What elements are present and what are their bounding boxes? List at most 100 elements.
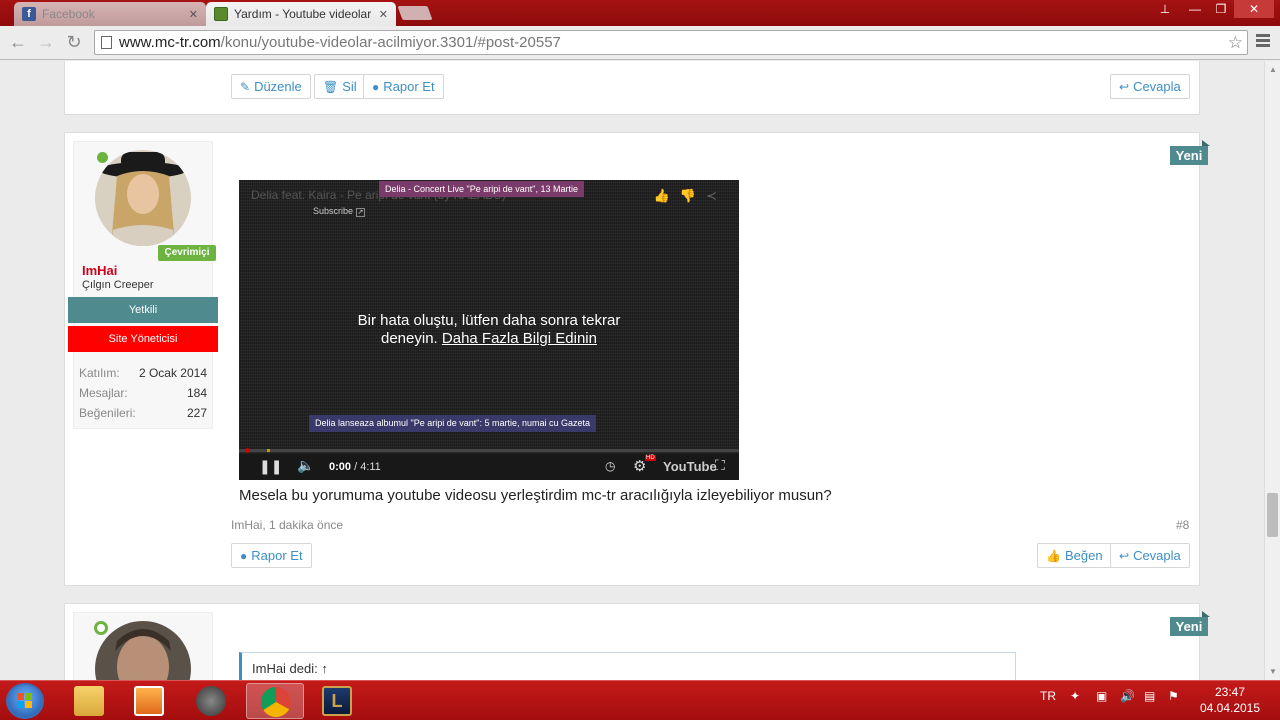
report-button[interactable]: ● Rapor Et	[231, 543, 312, 568]
username-link[interactable]: ImHai	[82, 263, 117, 278]
like-button[interactable]: 👍 Beğen	[1037, 543, 1112, 568]
taskbar-media-player[interactable]	[120, 683, 178, 719]
taskbar-explorer[interactable]	[60, 683, 118, 719]
tab-title: Facebook	[42, 7, 95, 21]
action-center-icon[interactable]: ⚑	[1168, 689, 1179, 703]
alert-icon: ●	[240, 549, 248, 563]
total-time: / 4:11	[354, 461, 381, 473]
learn-more-link[interactable]: Daha Fazla Bilgi Edinin	[442, 330, 597, 347]
like-icon[interactable]: 👍	[654, 188, 680, 203]
post-meta[interactable]: ImHai, 1 dakika önce	[231, 518, 343, 532]
previous-post: ✎ Düzenle 🗑 Sil ● Rapor Et ↩ Cevapla	[64, 61, 1200, 115]
volume-tray-icon[interactable]: 🔊	[1120, 689, 1135, 703]
tab-yardim[interactable]: Yardım - Youtube videolar ✕	[206, 2, 396, 26]
reply-label: Cevapla	[1133, 79, 1181, 94]
page-icon	[101, 36, 112, 49]
user-icon[interactable]: ⊥	[1152, 0, 1178, 18]
stat-value: 184	[186, 386, 207, 400]
online-indicator	[94, 621, 108, 635]
tab-title: Yardım - Youtube videolar	[234, 7, 372, 21]
reply-button[interactable]: ↩ Cevapla	[1110, 543, 1190, 568]
minimize-button[interactable]: —	[1182, 0, 1208, 18]
scroll-up-icon[interactable]: ▲	[1269, 65, 1277, 74]
post-number[interactable]: #8	[1176, 518, 1189, 532]
report-label: Rapor Et	[251, 548, 303, 563]
error-prefix: deneyin.	[381, 330, 438, 347]
video-annotation-bottom[interactable]: Delia lanseaza albumul "Pe aripi de vant…	[309, 415, 597, 432]
delete-button[interactable]: 🗑 Sil	[314, 74, 366, 99]
site-favicon-icon	[214, 7, 228, 21]
scroll-down-icon[interactable]: ▼	[1269, 667, 1277, 676]
new-tab-button[interactable]	[397, 6, 433, 20]
page-scrollbar[interactable]: ▲ ▼	[1264, 61, 1280, 681]
admin-banner: Site Yöneticisi	[68, 326, 218, 352]
progress-scrubber[interactable]	[245, 448, 250, 453]
post-message: Mesela bu yorumuma youtube videosu yerle…	[239, 487, 832, 504]
facebook-icon: f	[22, 7, 36, 21]
close-tab-icon[interactable]: ✕	[379, 8, 388, 21]
nvidia-icon[interactable]: ▣	[1096, 689, 1107, 703]
restore-button[interactable]: ❐	[1208, 0, 1234, 18]
video-progress-bar[interactable]	[239, 448, 739, 453]
staff-banner: Yetkili	[68, 297, 218, 323]
url-path: /konu/youtube-videolar-acilmiyor.3301/#p…	[220, 34, 561, 51]
tab-facebook[interactable]: f Facebook ✕	[14, 2, 206, 26]
volume-icon[interactable]: 🔈	[297, 457, 314, 474]
url-host: www.mc-tr.com	[119, 34, 221, 51]
hd-badge: HD	[645, 455, 656, 461]
youtube-embed[interactable]: Delia feat. Kaira - Pe aripi de vant (by…	[239, 180, 739, 480]
windows-logo-icon	[17, 693, 33, 709]
video-top-icons: 👍👎≺	[654, 188, 727, 204]
back-icon[interactable]: ←	[6, 32, 30, 53]
trash-icon: 🗑	[323, 80, 339, 94]
taskbar-league[interactable]: L	[308, 683, 366, 719]
forward-icon[interactable]: →	[34, 32, 58, 53]
clock-date: 04.04.2015	[1199, 701, 1261, 715]
report-label: Rapor Et	[383, 79, 435, 94]
subscribe-link[interactable]: Subscribe ↗	[313, 206, 366, 217]
user-avatar[interactable]	[95, 150, 191, 246]
watch-later-icon[interactable]: ◷	[605, 459, 615, 473]
quote-block[interactable]: ImHai dedi: ↑	[239, 652, 1016, 682]
dislike-icon[interactable]: 👎	[680, 188, 706, 203]
video-time: 0:00 / 4:11	[329, 461, 381, 473]
pause-icon[interactable]: ❚❚	[259, 458, 282, 475]
buffer-indicator	[267, 449, 270, 452]
tray-app-icon[interactable]: ✦	[1070, 689, 1080, 703]
close-window-button[interactable]: ✕	[1234, 0, 1274, 18]
app-icon	[196, 686, 226, 716]
share-icon[interactable]: ≺	[706, 188, 727, 203]
video-annotation-top[interactable]: Delia - Concert Live "Pe aripi de vant",…	[379, 181, 584, 197]
folder-icon	[74, 686, 104, 716]
fullscreen-icon[interactable]: ⛶	[715, 457, 725, 474]
reload-icon[interactable]: ↻	[62, 32, 86, 53]
taskbar-app[interactable]	[182, 683, 240, 719]
close-tab-icon[interactable]: ✕	[189, 8, 198, 21]
video-error-message: Bir hata oluştu, lütfen daha sonra tekra…	[239, 312, 739, 348]
taskbar-chrome[interactable]	[246, 683, 304, 719]
menu-icon[interactable]	[1256, 34, 1270, 49]
stat-value: 227	[186, 406, 207, 420]
clock-time: 23:47	[1214, 685, 1246, 699]
reply-icon: ↩	[1119, 549, 1130, 563]
reply-button[interactable]: ↩ Cevapla	[1110, 74, 1190, 99]
edit-button[interactable]: ✎ Düzenle	[231, 74, 311, 99]
address-bar[interactable]: www.mc-tr.com/konu/youtube-videolar-acil…	[94, 30, 1248, 55]
stat-label: Mesajlar:	[79, 386, 128, 400]
network-icon[interactable]: ▤	[1144, 689, 1155, 703]
avatar-image	[95, 150, 191, 246]
windows-taskbar: L TR ✦ ▣ 🔊 ▤ ⚑	[0, 680, 1280, 720]
system-clock[interactable]: 23:47 04.04.2015	[1198, 684, 1262, 716]
report-button[interactable]: ● Rapor Et	[363, 74, 444, 99]
scrollbar-thumb[interactable]	[1267, 493, 1278, 537]
start-button[interactable]	[6, 683, 44, 719]
language-indicator[interactable]: TR	[1040, 689, 1056, 703]
reply-label: Cevapla	[1133, 548, 1181, 563]
youtube-logo[interactable]: YouTube	[663, 459, 717, 474]
error-line-2: deneyin. Daha Fazla Bilgi Edinin	[239, 330, 739, 348]
external-icon: ↗	[355, 208, 366, 217]
user-title: Çılgın Creeper	[82, 279, 154, 291]
stat-likes: Beğenileri: 227	[79, 406, 207, 426]
bookmark-star-icon[interactable]: ☆	[1228, 31, 1243, 54]
league-icon: L	[322, 686, 352, 716]
